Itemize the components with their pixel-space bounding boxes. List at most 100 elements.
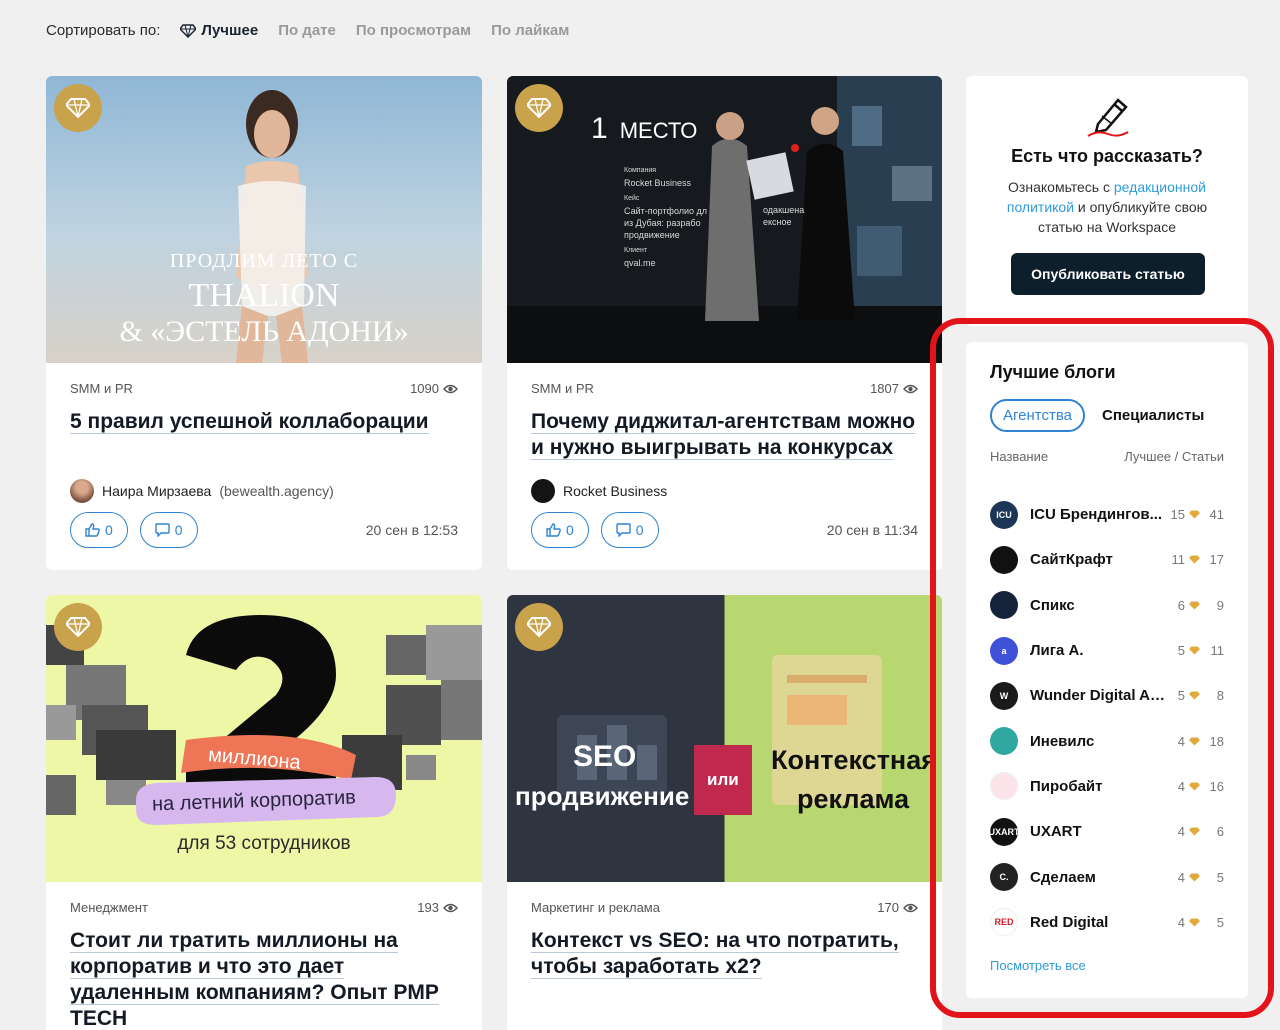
image-text-line: THALION [188,277,340,314]
article-date: 20 сен в 11:34 [826,522,918,538]
diamond-icon [66,617,90,637]
agency-name: Лига А. [1030,642,1084,660]
agency-stats: 15 41 [1171,507,1224,522]
diamond-icon [1189,737,1200,746]
comment-count: 0 [635,522,644,538]
article-thumbnail[interactable]: SEO продвижение или Контекстная реклама [507,595,942,882]
thumbs-up-icon [546,523,561,537]
article-thumbnail[interactable]: ПРОДЛИМ ЛЕТО С THALION & «ЭСТЕЛЬ АДОНИ» [46,76,482,363]
best-count: 6 [1177,597,1185,613]
promo-text-before: Ознакомьтесь с [1008,179,1114,195]
image-text-line: одакшена [763,205,805,215]
tab-specialists[interactable]: Специалисты [1102,407,1204,424]
agency-logo: ICU [990,500,1018,529]
blog-row[interactable]: Спикс 6 9 [990,583,1224,628]
article-thumbnail[interactable]: миллиона на летний корпоратив для 53 сот… [46,595,482,882]
agency-logo [990,772,1018,801]
article-card[interactable]: SEO продвижение или Контекстная реклама … [507,595,942,1030]
blog-row[interactable]: Иневилс 4 18 [990,718,1224,763]
article-count: 9 [1216,597,1224,613]
article-actions: 0 0 20 сен в 12:53 [70,512,458,548]
article-title[interactable]: Почему диджитал-агентствам можно и нужно… [531,409,918,461]
article-meta: Маркетинг и реклама 170 [531,900,918,915]
like-button[interactable]: 0 [70,512,128,548]
eye-icon [443,903,458,912]
diamond-icon [1189,555,1200,564]
like-count: 0 [105,522,113,538]
sort-label: Сортировать по: [46,22,161,39]
article-meta: SMM и PR 1090 [70,381,458,396]
article-thumbnail[interactable]: 1 МЕСТО Компания Rocket Business Кейс Са… [507,76,942,363]
tab-agencies[interactable]: Агентства [990,399,1085,432]
agency-logo: a [990,636,1018,665]
author-name: Rocket Business [563,483,668,499]
article-title-text: Контекст vs SEO: на что потратить, чтобы… [531,929,899,979]
eye-icon [903,384,918,393]
blog-row[interactable]: RED Red Digital 4 5 [990,900,1224,945]
image-text-line: SEO [573,740,637,773]
agency-logo [990,591,1018,620]
article-card[interactable]: 1 МЕСТО Компания Rocket Business Кейс Са… [507,76,942,570]
article-category[interactable]: SMM и PR [70,381,133,396]
agency-name: Red Digital [1030,913,1109,931]
diamond-icon [1189,601,1200,610]
avatar [531,479,555,503]
promo-title: Есть что рассказать? [1011,146,1203,166]
article-card[interactable]: ПРОДЛИМ ЛЕТО С THALION & «ЭСТЕЛЬ АДОНИ» … [46,76,482,570]
article-title[interactable]: 5 правил успешной коллаборации [70,409,458,435]
view-count-value: 1807 [870,381,899,396]
image-text-line: Компания [624,167,657,174]
article-category[interactable]: Менеджмент [70,900,148,915]
sort-option-likes[interactable]: По лайкам [491,22,569,39]
agency-stats: 5 11 [1178,643,1224,658]
image-text-line: 1 [591,112,608,145]
agency-logo: RED [990,908,1018,937]
sort-option-best-label: Лучшее [201,22,259,39]
see-all-link[interactable]: Посмотреть все [990,958,1086,973]
blog-row[interactable]: ICU ICU Брендингов... 15 41 [990,492,1224,537]
best-badge [54,84,102,132]
pencil-icon [1087,98,1129,137]
sort-option-date[interactable]: По дате [278,22,336,39]
article-author[interactable]: Rocket Business [531,479,667,503]
column-name: Название [990,449,1049,464]
article-card[interactable]: миллиона на летний корпоратив для 53 сот… [46,595,482,1030]
best-blogs-title: Лучшие блоги [990,362,1116,382]
best-count: 11 [1171,552,1186,568]
blog-row[interactable]: C. Сделаем 4 5 [990,854,1224,899]
best-badge [54,603,102,651]
author-name: Наира Мирзаева [102,483,212,499]
agency-stats: 46 [1178,824,1224,839]
agency-name: Пиробайт [1030,777,1103,795]
thumbs-up-icon [85,523,100,537]
article-title[interactable]: Стоит ли тратить миллионы на корпоратив … [70,928,458,1030]
comment-icon [616,523,631,537]
image-text-line: продвижение [515,781,690,811]
sort-bar: Сортировать по: Лучшее По дате По просмо… [46,22,589,39]
article-category[interactable]: Маркетинг и реклама [531,900,660,915]
view-count-value: 170 [877,900,899,915]
agency-logo: C. [990,863,1018,892]
article-category[interactable]: SMM и PR [531,381,594,396]
sort-option-views[interactable]: По просмотрам [356,22,471,39]
like-button[interactable]: 0 [531,512,589,548]
blog-row[interactable]: Пиробайт 4 16 [990,764,1224,809]
comment-button[interactable]: 0 [139,512,198,548]
view-count: 170 [877,900,918,915]
blog-row[interactable]: W Wunder Digital Ag... 5 8 [990,673,1224,718]
blog-row[interactable]: a Лига А. 5 11 [990,628,1224,673]
comment-button[interactable]: 0 [600,512,659,548]
image-text-line: qval.me [624,258,656,268]
diamond-icon [180,23,197,38]
blog-row[interactable]: СайтКрафт 11 17 [990,537,1224,582]
seo-vs-context-illustration [557,655,882,815]
publish-article-button[interactable]: Опубликовать статью [1011,253,1205,295]
image-text-line: продвижение [624,230,680,240]
article-title[interactable]: Контекст vs SEO: на что потратить, чтобы… [531,928,918,980]
article-author[interactable]: Наира Мирзаева (bewealth.agency) [70,479,334,503]
blog-row[interactable]: UXART UXART 4 6 [989,809,1224,854]
image-text-line: реклама [797,784,910,814]
view-count: 1807 [870,381,918,396]
best-blogs-header: Название Лучшее / Статьи [990,449,1224,464]
sort-option-best[interactable]: Лучшее [180,22,258,39]
